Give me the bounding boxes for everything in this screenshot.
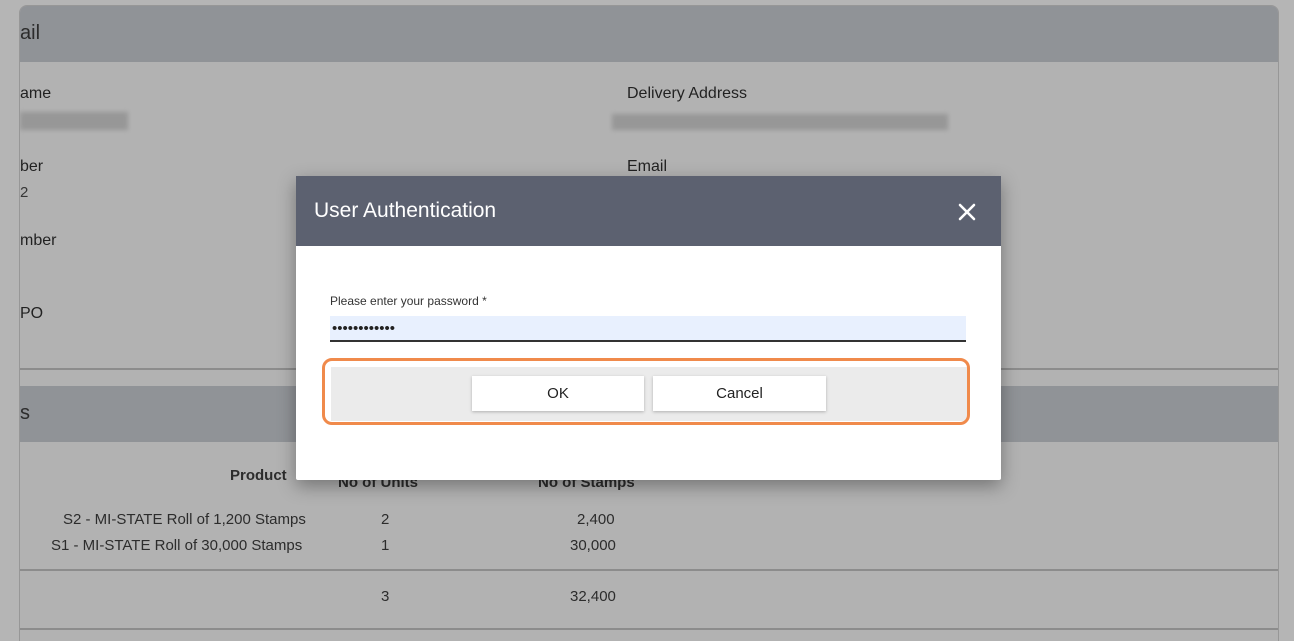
- ok-button[interactable]: OK: [472, 376, 644, 411]
- password-label: Please enter your password *: [330, 294, 487, 308]
- dialog-title: User Authentication: [314, 199, 497, 222]
- page: ail ame ber 2 mber PO Delivery Address E…: [0, 0, 1294, 641]
- close-icon[interactable]: [955, 200, 979, 224]
- cancel-button[interactable]: Cancel: [653, 376, 826, 411]
- button-bar-highlight: [322, 358, 970, 425]
- dialog-header: User Authentication: [296, 176, 1001, 246]
- password-input[interactable]: [330, 316, 966, 342]
- user-authentication-dialog: User Authentication Please enter your pa…: [296, 176, 1001, 480]
